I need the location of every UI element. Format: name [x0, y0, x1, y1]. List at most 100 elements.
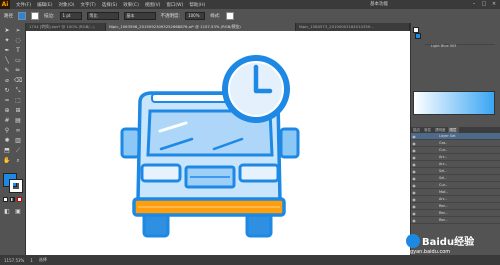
layer-row[interactable]: ◉ Sel..	[411, 175, 500, 182]
visibility-eye-icon[interactable]: ◉	[411, 148, 417, 153]
menu-item-file[interactable]: 文件(F)	[16, 2, 31, 8]
gradient-slider-area[interactable]	[425, 27, 495, 45]
magic-wand-icon[interactable]: ✦	[3, 37, 11, 45]
workspace-switcher[interactable]: 基本功能	[370, 1, 388, 7]
variable-width-profile[interactable]: 等比	[86, 12, 119, 20]
document-tab-active[interactable]: Nipic_1063596_20190923093252668876.ai* @…	[106, 23, 296, 31]
selection-tool-icon[interactable]: ➤	[3, 27, 11, 35]
layer-row[interactable]: ◉ Cur..	[411, 182, 500, 189]
blend-tool-icon[interactable]: ∞	[14, 127, 22, 135]
menu-item-window[interactable]: 窗口(W)	[166, 2, 183, 8]
minimize-icon[interactable]: –	[470, 1, 478, 8]
document-tabs: 1754 [转换].eps* @ 100% (RGB/...) Nipic_10…	[26, 23, 410, 31]
color-mode-icon[interactable]	[3, 197, 8, 202]
pencil-icon[interactable]: ✏	[14, 67, 22, 75]
tools-panel: ➤ ➢ ✦ ◌ ✒ T ╲ ▭ ✎ ✏ ⌀ ⌫ ↻ ⤡ ≈ ⬚ ⊕ ⊞ # ▤ …	[0, 23, 26, 255]
swatch-name: Light Blue 003	[431, 44, 457, 48]
blob-brush-icon[interactable]: ⌀	[3, 77, 11, 85]
visibility-eye-icon[interactable]: ◉	[411, 218, 417, 223]
layer-row[interactable]: ◉ Arc..	[411, 196, 500, 203]
maximize-icon[interactable]: □	[480, 1, 488, 8]
pen-tool-icon[interactable]: ✒	[3, 47, 11, 55]
menu-item-edit[interactable]: 编辑(E)	[37, 2, 52, 8]
gradient-tool-icon[interactable]: ▤	[14, 117, 22, 125]
layer-row[interactable]: ◉ Arc..	[411, 161, 500, 168]
opacity-field[interactable]: 100%	[185, 12, 206, 20]
eyedropper-icon[interactable]: ⚲	[3, 127, 11, 135]
slice-tool-icon[interactable]: ⟋	[14, 147, 22, 155]
hand-tool-icon[interactable]: ✋	[3, 157, 11, 165]
visibility-eye-icon[interactable]: ◉	[411, 169, 417, 174]
watermark-brand: Baidu经验	[422, 237, 475, 248]
menu-item-object[interactable]: 对象(O)	[58, 2, 74, 8]
fill-swatch[interactable]	[18, 12, 26, 20]
perspective-grid-icon[interactable]: ⊞	[14, 107, 22, 115]
stroke-weight-field[interactable]: 1 pt	[59, 12, 82, 20]
layer-row[interactable]: ◉ Sel..	[411, 168, 500, 175]
stroke-label: 描边:	[44, 14, 55, 19]
document-tab[interactable]: Nipic_1580573_20190002164014359...	[296, 23, 410, 31]
artboard-tool-icon[interactable]: ⬒	[3, 147, 11, 155]
layer-row[interactable]: ◉ Mot..	[411, 189, 500, 196]
width-tool-icon[interactable]: ≈	[3, 97, 11, 105]
menu-item-effect[interactable]: 效果(C)	[123, 2, 139, 8]
none-mode-icon[interactable]	[17, 197, 22, 202]
layer-row[interactable]: ◉ Rec..	[411, 203, 500, 210]
layer-set-header[interactable]: ◉ Layer Set	[411, 133, 500, 140]
layer-row[interactable]: ◉ Gro..	[411, 140, 500, 147]
menu-item-view[interactable]: 视图(V)	[145, 2, 161, 8]
close-icon[interactable]: ×	[490, 1, 498, 8]
artboard-canvas[interactable]	[26, 31, 410, 255]
gradient-mode-icon[interactable]	[10, 197, 15, 202]
menu-item-help[interactable]: 帮助(H)	[189, 2, 205, 8]
layer-row[interactable]: ◉ Cur..	[411, 147, 500, 154]
visibility-eye-icon[interactable]: ◉	[411, 155, 417, 160]
visibility-eye-icon[interactable]: ◉	[411, 204, 417, 209]
visibility-eye-icon[interactable]: ◉	[411, 134, 417, 139]
visibility-eye-icon[interactable]: ◉	[411, 183, 417, 188]
menu-item-type[interactable]: 文字(T)	[81, 2, 96, 8]
direct-selection-tool-icon[interactable]: ➢	[14, 27, 22, 35]
rectangle-tool-icon[interactable]: ▭	[14, 57, 22, 65]
opacity-label: 不透明度:	[160, 14, 181, 19]
screen-mode-icon[interactable]: ▣	[14, 208, 22, 216]
visibility-eye-icon[interactable]: ◉	[411, 197, 417, 202]
visibility-eye-icon[interactable]: ◉	[411, 162, 417, 167]
gradient-preview[interactable]	[413, 91, 495, 115]
layer-row[interactable]: ◉ Rec..	[411, 217, 500, 224]
page-number[interactable]: 1	[30, 258, 33, 263]
stroke-color-icon[interactable]	[9, 179, 23, 193]
mesh-tool-icon[interactable]: #	[3, 117, 11, 125]
visibility-eye-icon[interactable]: ◉	[411, 141, 417, 146]
scale-tool-icon[interactable]: ⤡	[14, 87, 22, 95]
stroke-swatch[interactable]	[31, 12, 39, 20]
visibility-eye-icon[interactable]: ◉	[411, 190, 417, 195]
left-headlight	[140, 163, 182, 183]
menu-item-select[interactable]: 选择(S)	[102, 2, 117, 8]
visibility-eye-icon[interactable]: ◉	[411, 211, 417, 216]
left-mirror	[120, 127, 141, 159]
eraser-icon[interactable]: ⌫	[14, 77, 22, 85]
visibility-eye-icon[interactable]: ◉	[411, 176, 417, 181]
document-tab[interactable]: 1754 [转换].eps* @ 100% (RGB/...)	[26, 23, 106, 31]
rotate-tool-icon[interactable]: ↻	[3, 87, 11, 95]
graphic-style-swatch[interactable]	[225, 12, 234, 20]
graph-tool-icon[interactable]: ▥	[14, 137, 22, 145]
line-tool-icon[interactable]: ╲	[3, 57, 11, 65]
layer-row[interactable]: ◉ Rec..	[411, 210, 500, 217]
zoom-level[interactable]: 1157.53%	[4, 258, 24, 263]
symbol-sprayer-icon[interactable]: ✺	[3, 137, 11, 145]
right-panel-dock: Light Blue 003 描边 渐变 透明度 图层 ◉ Layer Set …	[410, 23, 500, 255]
right-headlight	[238, 163, 280, 183]
brush-definition[interactable]: 基本	[123, 12, 156, 20]
shape-builder-icon[interactable]: ⊕	[3, 107, 11, 115]
panel-stroke-swatch[interactable]	[415, 33, 421, 39]
draw-normal-icon[interactable]: ◧	[3, 208, 11, 216]
lasso-icon[interactable]: ◌	[14, 37, 22, 45]
paintbrush-icon[interactable]: ✎	[3, 67, 11, 75]
menu-bar: Ai 文件(F) 编辑(E) 对象(O) 文字(T) 选择(S) 效果(C) 视…	[0, 0, 500, 9]
type-tool-icon[interactable]: T	[14, 47, 22, 55]
layer-row[interactable]: ◉ Arc..	[411, 154, 500, 161]
zoom-tool-icon[interactable]: ⌕	[14, 157, 22, 165]
free-transform-icon[interactable]: ⬚	[14, 97, 22, 105]
